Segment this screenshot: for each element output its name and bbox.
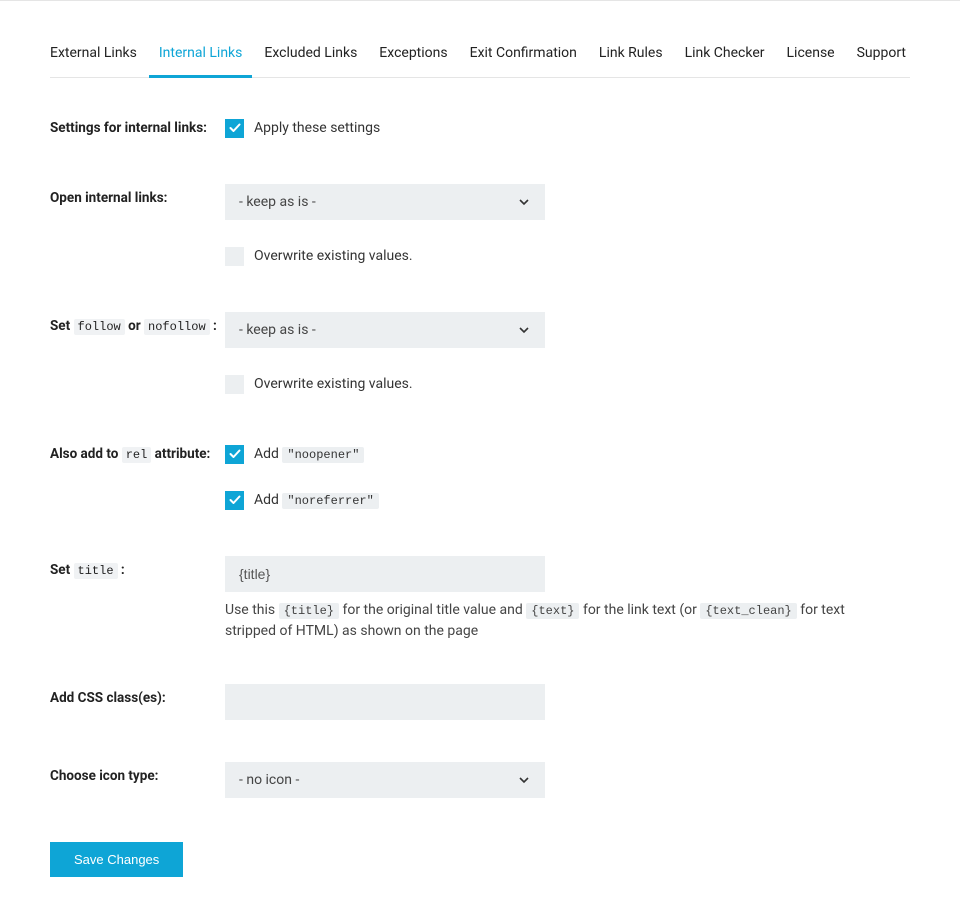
css-classes-label: Add CSS class(es): [50, 684, 225, 706]
tab-link-rules[interactable]: Link Rules [599, 35, 663, 77]
tab-exceptions[interactable]: Exceptions [379, 35, 447, 77]
tab-exit-confirmation[interactable]: Exit Confirmation [470, 35, 577, 77]
settings-label: Settings for internal links: [50, 114, 225, 136]
noreferrer-checkbox[interactable] [225, 491, 244, 510]
css-classes-input[interactable] [225, 684, 545, 720]
tab-support[interactable]: Support [857, 35, 906, 77]
chevron-down-icon [517, 773, 531, 787]
title-help: Use this {title} for the original title … [225, 600, 875, 642]
chevron-down-icon [517, 323, 531, 337]
tabs: External Links Internal Links Excluded L… [50, 35, 910, 78]
open-overwrite-label: Overwrite existing values. [254, 248, 413, 264]
icon-type-value: - no icon - [239, 772, 299, 788]
tab-external-links[interactable]: External Links [50, 35, 137, 77]
follow-label: Set follow or nofollow : [50, 312, 225, 334]
follow-value: - keep as is - [239, 322, 316, 338]
open-links-label: Open internal links: [50, 184, 225, 206]
apply-settings-label: Apply these settings [254, 120, 380, 136]
noopener-checkbox[interactable] [225, 445, 244, 464]
follow-overwrite-label: Overwrite existing values. [254, 376, 413, 392]
tab-internal-links[interactable]: Internal Links [159, 35, 243, 77]
apply-settings-checkbox[interactable] [225, 119, 244, 138]
tab-license[interactable]: License [787, 35, 835, 77]
follow-select[interactable]: - keep as is - [225, 312, 545, 348]
tab-link-checker[interactable]: Link Checker [685, 35, 765, 77]
tab-excluded-links[interactable]: Excluded Links [264, 35, 357, 77]
open-links-select[interactable]: - keep as is - [225, 184, 545, 220]
save-changes-button[interactable]: Save Changes [50, 842, 183, 877]
chevron-down-icon [517, 195, 531, 209]
open-links-value: - keep as is - [239, 194, 316, 210]
open-overwrite-checkbox[interactable] [225, 247, 244, 266]
rel-label: Also add to rel attribute: [50, 440, 225, 462]
title-label: Set title : [50, 556, 225, 578]
icon-type-label: Choose icon type: [50, 762, 225, 784]
noopener-label: Add "noopener" [254, 446, 364, 462]
title-input[interactable] [225, 556, 545, 592]
follow-overwrite-checkbox[interactable] [225, 375, 244, 394]
noreferrer-label: Add "noreferrer" [254, 492, 379, 508]
